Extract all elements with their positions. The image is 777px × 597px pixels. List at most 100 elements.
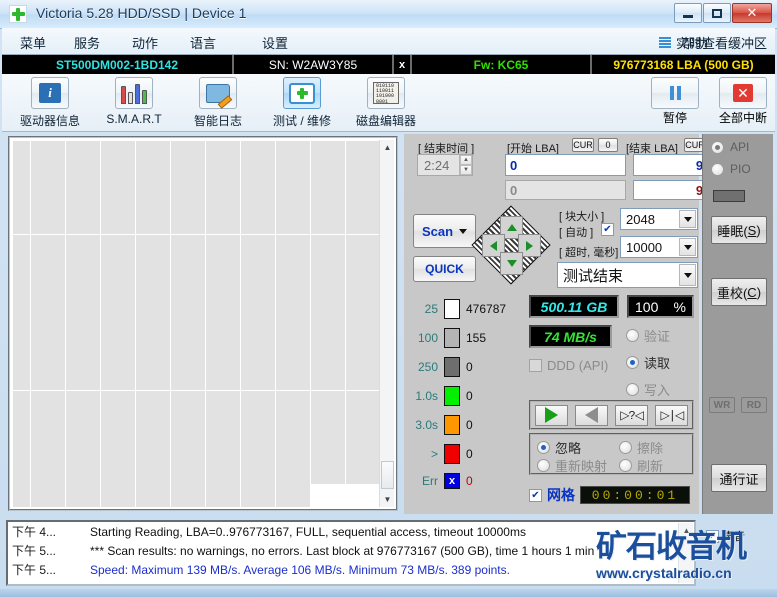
ddd-api-checkbox[interactable] <box>529 359 542 372</box>
menu-item-action[interactable]: 动作 <box>132 33 158 52</box>
menu-item-service[interactable]: 服务 <box>74 33 100 52</box>
scan-block <box>188 141 205 172</box>
menu-item-language[interactable]: 语言 <box>190 33 216 52</box>
scan-block <box>48 390 65 422</box>
toolbar-test-repair[interactable]: 测试 / 维修 <box>260 77 344 129</box>
scan-block <box>100 203 118 235</box>
rd-button[interactable]: RD <box>741 397 767 413</box>
mode-verify-radio[interactable] <box>626 329 639 342</box>
scan-block <box>83 297 100 328</box>
scan-block <box>258 453 275 484</box>
scan-block <box>328 265 345 297</box>
chevron-down-icon[interactable] <box>679 264 696 286</box>
defect-erase-radio[interactable] <box>619 441 632 454</box>
timeout-select[interactable]: 10000 <box>620 236 698 258</box>
scan-block-grid[interactable] <box>12 140 380 507</box>
maximize-button[interactable] <box>703 3 731 23</box>
toolbar-smart-log[interactable]: 智能日志 <box>176 77 260 129</box>
scan-block <box>345 265 363 297</box>
mode-write-row[interactable]: 写入 <box>626 380 670 399</box>
skip-start-icon[interactable]: ▷|◁ <box>655 404 689 426</box>
sleep-button-label: 睡眠( <box>717 223 748 239</box>
close-button[interactable]: ✕ <box>732 3 772 23</box>
spinner-arrows[interactable]: ▲ ▼ <box>459 155 472 175</box>
play-icon[interactable] <box>534 404 568 426</box>
status-line <box>0 589 777 597</box>
scan-map-panel[interactable]: ▲ ▼ <box>8 136 398 511</box>
pio-radio[interactable] <box>711 162 724 176</box>
quick-button[interactable]: QUICK <box>413 256 476 282</box>
mode-read-radio[interactable] <box>626 356 639 369</box>
mode-read-row[interactable]: 读取 <box>626 353 670 372</box>
start-lba-input[interactable]: 0 <box>505 154 626 176</box>
ddd-api-checkbox-row[interactable]: DDD (API) <box>529 358 608 373</box>
scan-status-value: 测试结束 <box>563 267 624 285</box>
legend-count: 0 <box>466 447 473 461</box>
log-message: *** Scan results: no warnings, no errors… <box>90 543 595 558</box>
realtime-buffer-button[interactable]: 实时查看缓冲区 <box>658 33 767 52</box>
scroll-up-icon[interactable]: ▲ <box>679 523 694 537</box>
direction-pad[interactable] <box>471 205 551 285</box>
log-panel[interactable]: 下午 4... Starting Reading, LBA=0..9767731… <box>6 520 696 586</box>
info-icon: i <box>31 77 69 109</box>
wr-button[interactable]: WR <box>709 397 735 413</box>
reverse-icon[interactable] <box>574 404 608 426</box>
grid-checkbox[interactable]: ✔ <box>529 488 542 502</box>
scan-block <box>293 421 310 453</box>
log-timestamp: 下午 5... <box>12 563 57 577</box>
scan-block <box>100 265 118 297</box>
defect-refresh-radio[interactable] <box>619 459 632 472</box>
chevron-down-icon[interactable] <box>679 210 696 228</box>
menu-item-settings[interactable]: 设置 <box>262 33 288 52</box>
defect-refresh-row[interactable]: 刷新 <box>619 456 663 475</box>
scroll-up-icon[interactable]: ▲ <box>380 140 395 155</box>
start-lba-zero-button[interactable]: 0 <box>598 138 618 152</box>
defect-remap-radio[interactable] <box>537 459 550 472</box>
pio-radio-row[interactable]: PIO <box>711 162 751 176</box>
api-radio-row[interactable]: API <box>711 140 749 154</box>
toolbar-drive-info[interactable]: i 驱动器信息 <box>8 77 92 129</box>
auto-checkbox[interactable]: ✔ <box>601 223 614 236</box>
defect-erase-row[interactable]: 擦除 <box>619 438 663 457</box>
sound-checkbox[interactable]: ✔ <box>706 529 719 543</box>
drive-close-icon[interactable]: x <box>394 55 412 75</box>
defect-ignore-row[interactable]: 忽略 <box>537 438 581 457</box>
sound-checkbox-row[interactable]: ✔ 声音 <box>706 528 745 544</box>
end-time-spinner[interactable]: 2:24 ▲ ▼ <box>417 154 473 176</box>
scan-block <box>170 484 188 507</box>
scan-map-scrollbar[interactable]: ▲ ▼ <box>379 140 394 507</box>
block-size-select[interactable]: 2048 <box>620 208 698 230</box>
toolbar-disk-editor[interactable]: 010110 110011 101000 0001 磁盘编辑器 <box>344 77 428 129</box>
chevron-down-icon[interactable] <box>679 238 696 256</box>
mode-write-radio[interactable] <box>626 383 639 396</box>
menu-item-menu[interactable]: 菜单 <box>20 33 46 52</box>
toolbar-smart[interactable]: S.M.A.R.T <box>92 77 176 129</box>
sleep-button[interactable]: 睡眠(S) <box>711 216 767 244</box>
defect-remap-row[interactable]: 重新映射 <box>537 456 607 475</box>
toolbar-stop-all-button[interactable]: ✕ 全部中断 <box>708 77 777 129</box>
passport-button[interactable]: 通行证 <box>711 464 767 492</box>
toolbar-pause-button[interactable]: 暂停 <box>640 77 710 129</box>
mode-verify-row[interactable]: 验证 <box>626 326 670 345</box>
scan-status-select[interactable]: 测试结束 <box>557 262 698 288</box>
scan-block <box>13 297 30 328</box>
sleep-button-tail: ) <box>756 222 761 238</box>
log-scrollbar[interactable]: ▲ ▼ <box>678 523 693 583</box>
scroll-down-icon[interactable]: ▼ <box>679 569 694 583</box>
scan-block <box>223 265 240 297</box>
speed-readout: 74 MB/s <box>529 325 612 348</box>
scan-block <box>100 390 118 422</box>
scroll-down-icon[interactable]: ▼ <box>380 492 395 507</box>
api-radio[interactable] <box>711 140 724 154</box>
defect-ignore-radio[interactable] <box>537 441 550 454</box>
scan-block <box>205 172 223 204</box>
recalibrate-button[interactable]: 重校(C) <box>711 278 767 306</box>
scan-button[interactable]: Scan <box>413 214 476 248</box>
start-lba-cur-button[interactable]: CUR <box>572 138 594 152</box>
scrollbar-thumb[interactable] <box>381 461 394 489</box>
dpad-down-button[interactable] <box>500 252 523 275</box>
scan-block <box>258 172 275 204</box>
minimize-button[interactable] <box>674 3 702 23</box>
log-folder-icon <box>199 77 237 109</box>
step-query-icon[interactable]: ▷?◁ <box>615 404 649 426</box>
